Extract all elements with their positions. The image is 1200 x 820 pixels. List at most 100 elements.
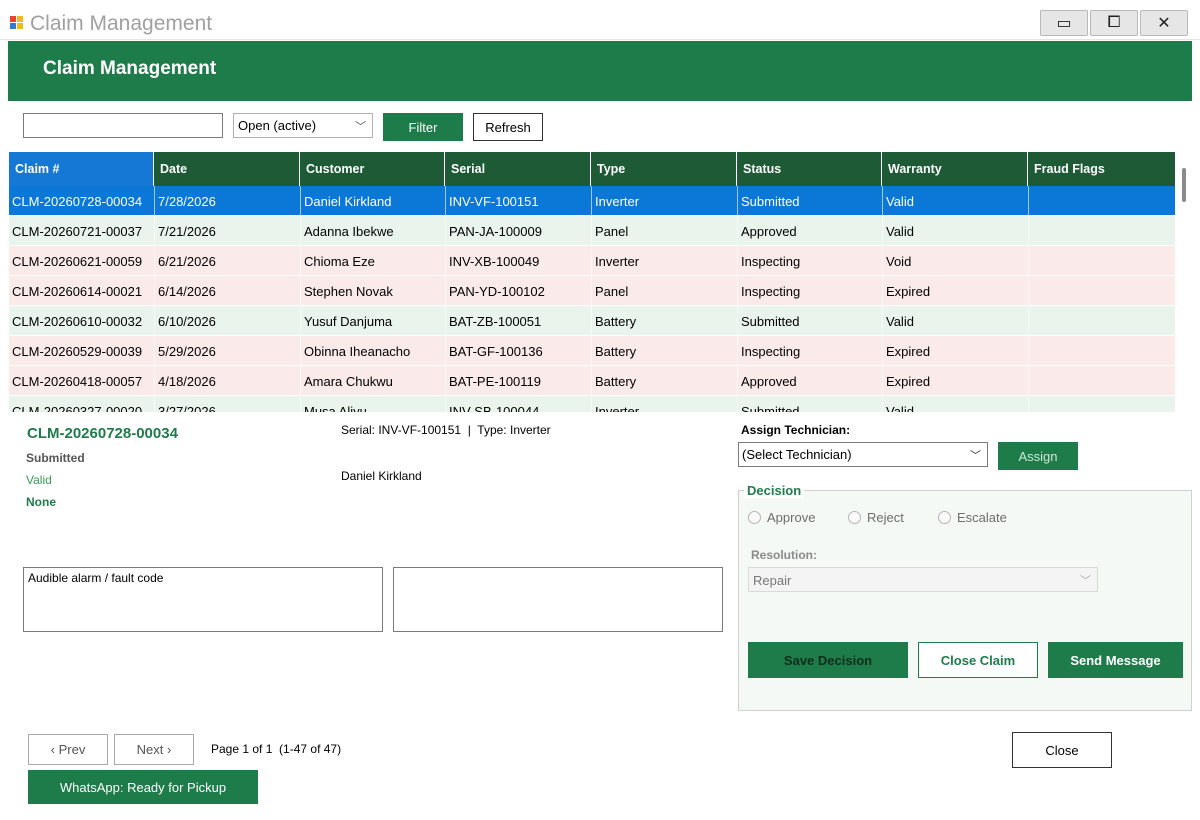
status-filter-select[interactable]: Open (active) ﹀ xyxy=(233,113,373,138)
issue-description-textbox[interactable]: Audible alarm / fault code xyxy=(23,567,383,632)
column-header-type[interactable]: Type xyxy=(591,152,737,186)
cell-claim-number: CLM-20260728-00034 xyxy=(12,194,143,209)
table-row[interactable]: CLM-20260418-00057 4/18/2026 Amara Chukwu B… xyxy=(9,366,1175,396)
cell-date: 7/28/2026 xyxy=(154,186,300,216)
cell-date: 6/10/2026 xyxy=(154,306,300,336)
cell-status: Inspecting xyxy=(737,246,882,276)
send-message-button[interactable]: Send Message xyxy=(1048,642,1183,678)
maximize-button[interactable]: ⧠ xyxy=(1090,10,1138,36)
cell-serial: INV-VF-100151 xyxy=(445,186,591,216)
radio-reject[interactable]: Reject xyxy=(848,510,904,525)
next-page-button[interactable]: Next › xyxy=(114,734,194,765)
cell-customer: Stephen Novak xyxy=(300,276,445,306)
cell-status: Inspecting xyxy=(737,336,882,366)
table-row[interactable]: CLM-20260614-00021 6/14/2026 Stephen Novak… xyxy=(9,276,1175,306)
refresh-button[interactable]: Refresh xyxy=(473,113,543,141)
filter-button[interactable]: Filter xyxy=(383,113,463,141)
cell-warranty: Valid xyxy=(882,216,1028,246)
cell-status: Submitted xyxy=(737,186,882,216)
search-input[interactable] xyxy=(23,113,223,138)
cell-claim-number: CLM-20260418-00057 xyxy=(12,374,143,389)
cell-customer: Musa Aliyu xyxy=(300,396,445,412)
prev-page-button[interactable]: ‹ Prev xyxy=(28,734,108,765)
cell-warranty: Void xyxy=(882,246,1028,276)
cell-customer: Amara Chukwu xyxy=(300,366,445,396)
cell-warranty: Expired xyxy=(882,336,1028,366)
radio-escalate-label: Escalate xyxy=(957,510,1007,525)
cell-type: Inverter xyxy=(591,246,737,276)
radio-approve-label: Approve xyxy=(767,510,816,525)
technician-select-value: (Select Technician) xyxy=(742,447,852,462)
radio-approve[interactable]: Approve xyxy=(748,510,815,525)
cell-date: 3/27/2026 xyxy=(154,396,300,412)
page-title: Claim Management xyxy=(43,58,217,79)
cell-status: Approved xyxy=(737,366,882,396)
cell-status: Inspecting xyxy=(737,276,882,306)
cell-fraud-flags xyxy=(1028,276,1175,306)
minimize-button[interactable]: ▭ xyxy=(1040,10,1088,36)
cell-date: 6/14/2026 xyxy=(154,276,300,306)
cell-claim-number: CLM-20260327-00020 xyxy=(12,404,143,412)
radio-circle-icon xyxy=(848,511,861,524)
detail-status: Submitted xyxy=(26,451,85,465)
table-row[interactable]: CLM-20260721-00037 7/21/2026 Adanna Ibekwe… xyxy=(9,216,1175,246)
cell-serial: INV-SB-100044 xyxy=(445,396,591,412)
detail-claim-id: CLM-20260728-00034 xyxy=(27,425,178,442)
grid-header-row: Claim # Date Customer Serial Type Status… xyxy=(9,152,1175,186)
cell-fraud-flags xyxy=(1028,396,1175,412)
table-row[interactable]: CLM-20260621-00059 6/21/2026 Chioma Eze INV… xyxy=(9,246,1175,276)
notes-textbox[interactable] xyxy=(393,567,723,632)
close-button[interactable]: Close xyxy=(1012,732,1112,768)
cell-type: Battery xyxy=(591,336,737,366)
cell-customer: Obinna Iheanacho xyxy=(300,336,445,366)
close-window-button[interactable]: ✕ xyxy=(1140,10,1188,36)
detail-fraud-flags: None xyxy=(26,495,56,509)
cell-status: Submitted xyxy=(737,396,882,412)
cell-claim-number: CLM-20260721-00037 xyxy=(12,224,143,239)
cell-fraud-flags xyxy=(1028,366,1175,396)
technician-select[interactable]: (Select Technician) ﹀ xyxy=(738,442,988,467)
status-filter-value: Open (active) xyxy=(238,118,317,133)
column-header-serial[interactable]: Serial xyxy=(445,152,591,186)
close-claim-button[interactable]: Close Claim xyxy=(918,642,1038,678)
cell-claim-number: CLM-20260614-00021 xyxy=(12,284,143,299)
column-header-status[interactable]: Status xyxy=(737,152,882,186)
table-row[interactable]: CLM-20260327-00020 3/27/2026 Musa Aliyu INV… xyxy=(9,396,1175,412)
whatsapp-ready-button[interactable]: WhatsApp: Ready for Pickup xyxy=(28,770,258,804)
page-info: Page 1 of 1 (1-47 of 47) xyxy=(211,742,342,756)
claims-grid[interactable]: Claim # Date Customer Serial Type Status… xyxy=(9,152,1175,412)
cell-customer: Adanna Ibekwe xyxy=(300,216,445,246)
column-header-fraud-flags[interactable]: Fraud Flags xyxy=(1028,152,1175,186)
assign-button[interactable]: Assign xyxy=(998,442,1078,470)
table-row[interactable]: CLM-20260728-00034 7/28/2026 Daniel Kirkla… xyxy=(9,186,1175,216)
decision-legend: Decision xyxy=(744,483,805,498)
column-header-claim[interactable]: Claim # xyxy=(9,152,154,186)
chevron-down-icon: ﹀ xyxy=(1080,575,1091,587)
cell-serial: BAT-ZB-100051 xyxy=(445,306,591,336)
table-row[interactable]: CLM-20260610-00032 6/10/2026 Yusuf Danjuma… xyxy=(9,306,1175,336)
cell-customer: Daniel Kirkland xyxy=(300,186,445,216)
cell-date: 4/18/2026 xyxy=(154,366,300,396)
maximize-icon: ⧠ xyxy=(1107,14,1121,31)
cell-fraud-flags xyxy=(1028,306,1175,336)
radio-escalate[interactable]: Escalate xyxy=(938,510,1007,525)
chevron-down-icon: ﹀ xyxy=(355,121,366,133)
resolution-select[interactable]: Repair ﹀ xyxy=(748,567,1098,592)
cell-status: Submitted xyxy=(737,306,882,336)
column-header-customer[interactable]: Customer xyxy=(300,152,445,186)
save-decision-button[interactable]: Save Decision xyxy=(748,642,908,678)
cell-date: 5/29/2026 xyxy=(154,336,300,366)
cell-customer: Chioma Eze xyxy=(300,246,445,276)
cell-serial: BAT-GF-100136 xyxy=(445,336,591,366)
cell-fraud-flags xyxy=(1028,246,1175,276)
column-header-date[interactable]: Date xyxy=(154,152,300,186)
cell-type: Panel xyxy=(591,276,737,306)
column-header-warranty[interactable]: Warranty xyxy=(882,152,1028,186)
resolution-label: Resolution: xyxy=(751,548,817,562)
cell-type: Battery xyxy=(591,306,737,336)
table-row[interactable]: CLM-20260529-00039 5/29/2026 Obinna Iheana… xyxy=(9,336,1175,366)
cell-warranty: Valid xyxy=(882,396,1028,412)
cell-customer: Yusuf Danjuma xyxy=(300,306,445,336)
cell-warranty: Expired xyxy=(882,276,1028,306)
grid-scrollbar-thumb[interactable] xyxy=(1182,168,1186,202)
